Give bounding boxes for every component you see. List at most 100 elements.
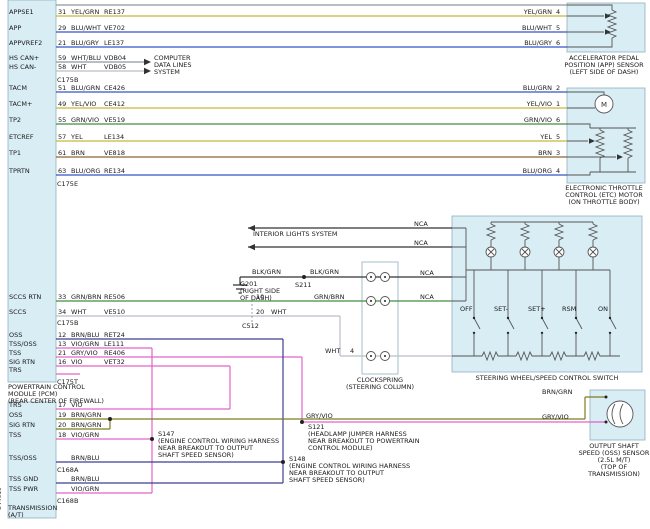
wire-color-label: YEL/VIO: [71, 101, 96, 108]
splice-s148-callout: S148 (ENGINE CONTROL WIRING HARNESS NEAR…: [289, 456, 410, 484]
callout-line: SYSTEM: [154, 69, 191, 76]
connector-label: C168A: [57, 467, 78, 474]
pin-number: 5: [556, 25, 560, 32]
pcm-pin-name: SIG RTN: [9, 359, 35, 366]
pcm-pin-name: ETCREF: [9, 134, 34, 141]
pin-number: 34: [58, 309, 66, 316]
wire-color-label: BRN/GRN: [71, 412, 101, 419]
pin-number: 55: [58, 117, 66, 124]
pcm-pin-name: TSS/OSS: [9, 341, 37, 348]
switch-position-label: OFF: [460, 306, 473, 313]
wire-color-label: GRN/BRN: [314, 294, 344, 301]
pin-number: 61: [58, 150, 66, 157]
wire-color-label: BRN/GRN: [542, 389, 572, 396]
pin-number: 57: [58, 134, 66, 141]
pcm-pin-name: TSS: [9, 350, 21, 357]
pcm-pin-name: SCCS RTN: [9, 294, 41, 301]
wire-color-label: VIO/GRN: [71, 432, 99, 439]
switch-position-label: RSM: [562, 306, 576, 313]
pcm-pin-name: TACM: [9, 85, 27, 92]
pin-number: 12: [58, 332, 66, 339]
wire-color-label: VIO: [71, 402, 82, 409]
pcm-pin-name: HS CAN-: [9, 64, 36, 71]
speed-control-switch-box: [452, 216, 642, 372]
caption-line: (ON THROTTLE BODY): [560, 199, 648, 206]
pin-number: 59: [58, 55, 66, 62]
circuit-number: LE134: [104, 134, 124, 141]
splice-s121-callout: S121 (HEADLAMP JUMPER HARNESS NEAR BREAK…: [308, 424, 420, 452]
wire-color-label: BLU/WHT: [71, 25, 101, 32]
wire-color-label: VIO/GRN: [71, 341, 99, 348]
pin-number: 20: [58, 422, 66, 429]
wire-color-label: BLK/GRN: [310, 269, 339, 276]
wire-color-label: BLU/ORG: [523, 168, 552, 175]
wire-color-label: GRY/VIO: [542, 414, 569, 421]
pcm-pin-name: HS CAN+: [9, 55, 39, 62]
circuit-number: CE412: [104, 101, 125, 108]
wire-color-label: WHT: [71, 309, 86, 316]
wire-color-label: BRN/GRN: [71, 422, 101, 429]
pin-number: 63: [58, 168, 66, 175]
circuit-number: VE818: [104, 150, 125, 157]
switch-position-label: SET-: [494, 306, 508, 313]
trans-pin-name: SIG RTN: [9, 422, 35, 429]
wire-color-label: YEL/GRN: [71, 9, 99, 16]
pin-number: 20: [256, 309, 264, 316]
trans-pin-name: TRS: [9, 402, 22, 409]
trans-pin-name: OSS: [9, 412, 22, 419]
callout-line: CONTROL MODULE): [308, 445, 420, 452]
circuit-number: RE406: [104, 350, 125, 357]
app-sensor-box: [567, 3, 645, 52]
trans-pin-name: TSS: [9, 432, 21, 439]
computer-data-lines-callout: COMPUTER DATA LINES SYSTEM: [154, 55, 191, 76]
pcm-pin-name: APPVREF2: [9, 40, 42, 47]
wire-color-label: YEL/VIO: [527, 101, 552, 108]
nca-label: NCA: [420, 270, 434, 277]
wire-color-label: BRN/BLU: [71, 455, 100, 462]
drawing-number: 344619: [0, 487, 3, 510]
caption-line: (A/T): [8, 512, 57, 519]
wires-gray: [56, 5, 567, 62]
nca-label: NCA: [414, 240, 428, 247]
switch-position-label: ON: [598, 306, 608, 313]
splice-s147-callout: S147 (ENGINE CONTROL WIRING HARNESS NEAR…: [158, 431, 279, 459]
switch-position-label: SET+: [528, 306, 546, 313]
pcm-pin-name: TPRTN: [9, 168, 30, 175]
connector-label: C175B: [57, 77, 78, 84]
clockspring-caption: CLOCKSPRING (STEERING COLUMN): [345, 377, 415, 391]
pin-number: 58: [58, 64, 66, 71]
pcm-pin-name: APPSE1: [9, 9, 34, 16]
wire-color-label: VIO: [71, 359, 82, 366]
pin-number: 4: [556, 168, 560, 175]
pin-number: 17: [58, 402, 66, 409]
pin-number: 4: [350, 348, 354, 355]
pin-number: 10: [256, 294, 264, 301]
wire-color-label: BRN/BLU: [71, 476, 100, 483]
wire-color-label: GRN/VIO: [524, 117, 552, 124]
wire-color-label: VIO/GRN: [71, 486, 99, 493]
circuit-number: VE519: [104, 117, 125, 124]
wire-color-label: WHT: [325, 348, 340, 355]
circuit-number: RE134: [104, 168, 125, 175]
caption-line: (LEFT SIDE OF DASH): [560, 69, 648, 76]
wire-color-label: GRY/VIO: [71, 350, 98, 357]
wire-color-label: BRN: [71, 150, 85, 157]
caption-line: (STEERING COLUMN): [345, 384, 415, 391]
trans-pin-name: TSS GND: [9, 476, 38, 483]
pin-number: 3: [556, 150, 560, 157]
pin-number: 2: [556, 85, 560, 92]
circuit-number: RE137: [104, 9, 125, 16]
circuit-number: LE137: [104, 40, 124, 47]
pin-number: 19: [58, 412, 66, 419]
connector-label: C175B: [57, 320, 78, 327]
nca-label: NCA: [414, 221, 428, 228]
circuit-number: VE702: [104, 25, 125, 32]
pcm-caption: POWERTRAIN CONTROL MODULE (PCM) (REAR CE…: [8, 384, 104, 405]
connector-label: C175E: [57, 181, 78, 188]
circuit-number: VDB05: [104, 64, 126, 71]
pcm-pin-name: TP1: [9, 150, 21, 157]
pin-number: 21: [58, 350, 66, 357]
connector-label: C168B: [57, 498, 78, 505]
pin-number: 33: [58, 294, 66, 301]
pin-number: 6: [556, 40, 560, 47]
